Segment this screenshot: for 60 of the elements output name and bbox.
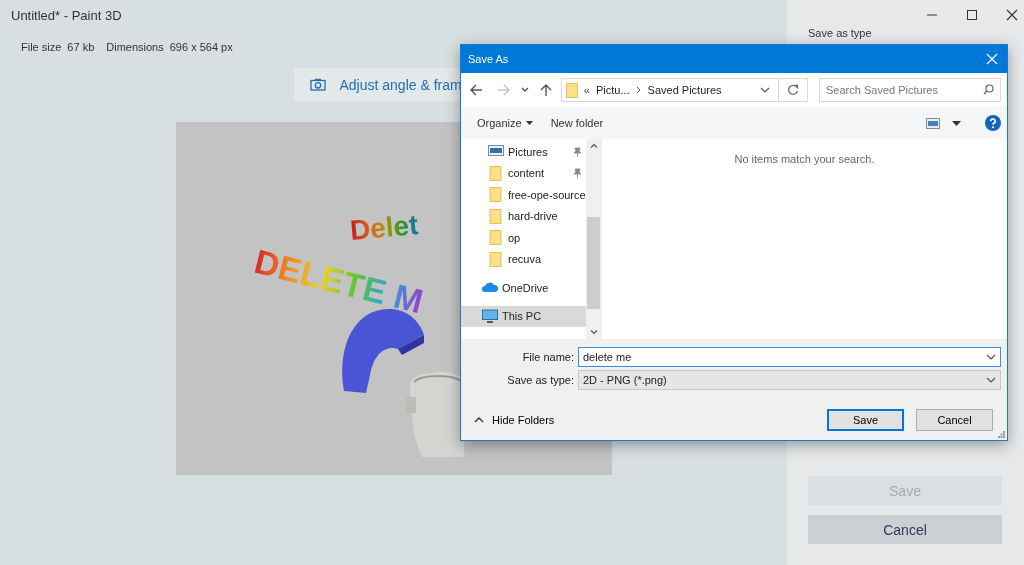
breadcrumb[interactable]: Saved Pictures bbox=[647, 84, 722, 96]
refresh-button[interactable] bbox=[779, 78, 808, 102]
folder-tree-item[interactable]: OneDrive bbox=[461, 277, 586, 299]
cancel-button[interactable]: Cancel bbox=[916, 409, 993, 431]
section-heading: Save as type bbox=[808, 27, 873, 39]
view-icon[interactable] bbox=[926, 117, 940, 129]
folder-tree-item[interactable]: This PC bbox=[461, 305, 586, 327]
chevron-up-icon bbox=[474, 417, 484, 423]
window-title: Untitled* - Paint 3D bbox=[11, 8, 122, 23]
chevron-down-icon bbox=[986, 377, 996, 383]
organize-menu[interactable]: Organize bbox=[471, 115, 539, 131]
folder-icon bbox=[488, 230, 504, 246]
folder-icon bbox=[488, 165, 504, 181]
maximize-icon[interactable] bbox=[966, 9, 978, 21]
search-field[interactable]: Search Saved Pictures bbox=[819, 78, 1001, 102]
info-value: 67 kb bbox=[67, 41, 95, 53]
breadcrumb[interactable]: Pictu... bbox=[595, 84, 630, 96]
chevron-down-icon bbox=[986, 354, 996, 360]
caret-icon[interactable] bbox=[952, 120, 961, 126]
scroll-down-icon bbox=[589, 330, 598, 335]
resize-grip-icon bbox=[998, 431, 1005, 438]
scroll-thumb[interactable] bbox=[587, 217, 600, 309]
folder-tree-item[interactable]: content bbox=[461, 162, 586, 184]
chevron-down-icon[interactable] bbox=[760, 87, 771, 93]
back-arrow-icon[interactable] bbox=[469, 83, 483, 97]
info-value: 696 x 564 px bbox=[169, 41, 233, 53]
close-icon[interactable] bbox=[1006, 9, 1018, 21]
help-icon[interactable] bbox=[985, 115, 1001, 131]
caret-icon bbox=[525, 121, 533, 125]
search-icon bbox=[983, 84, 994, 95]
scrollbar[interactable] bbox=[586, 139, 601, 339]
folder-icon bbox=[488, 208, 504, 224]
hide-folders-button[interactable]: Hide Folders bbox=[469, 414, 555, 426]
folder-tree-item[interactable]: recuva bbox=[461, 248, 586, 270]
new-folder-button[interactable]: New folder bbox=[544, 115, 610, 131]
file-name-field[interactable]: delete me bbox=[578, 347, 1001, 367]
chevron-icon bbox=[635, 86, 642, 94]
up-arrow-icon[interactable] bbox=[538, 83, 553, 97]
info-label: File size bbox=[21, 41, 62, 53]
folder-icon bbox=[488, 251, 504, 267]
folder-tree-item[interactable]: free-ope-source bbox=[461, 184, 586, 206]
refresh-icon bbox=[787, 84, 800, 96]
dialog-title: Save As bbox=[468, 53, 509, 65]
folder-tree-item[interactable]: Pictures bbox=[461, 141, 586, 163]
overflow-chevron[interactable]: « bbox=[583, 84, 590, 96]
computer-icon bbox=[482, 308, 498, 324]
file-type-dropdown[interactable]: 2D - PNG (*.png) bbox=[578, 370, 1001, 390]
address-bar[interactable]: « Pictu... Saved Pictures bbox=[560, 78, 780, 102]
cancel-button[interactable]: Cancel bbox=[808, 515, 1002, 544]
field-label: File name: bbox=[521, 351, 575, 363]
folder-icon bbox=[565, 82, 578, 98]
field-label: Save as type: bbox=[506, 374, 575, 386]
save-button[interactable]: Save bbox=[827, 409, 904, 431]
camera-icon bbox=[309, 78, 326, 91]
folder-tree-item[interactable]: hard-drive bbox=[461, 205, 586, 227]
folder-icon bbox=[488, 187, 504, 203]
scroll-up-icon bbox=[589, 143, 598, 148]
empty-message: No items match your search. bbox=[734, 153, 875, 167]
folder-tree-item[interactable]: op bbox=[461, 227, 586, 249]
info-label: Dimensions bbox=[106, 41, 164, 53]
